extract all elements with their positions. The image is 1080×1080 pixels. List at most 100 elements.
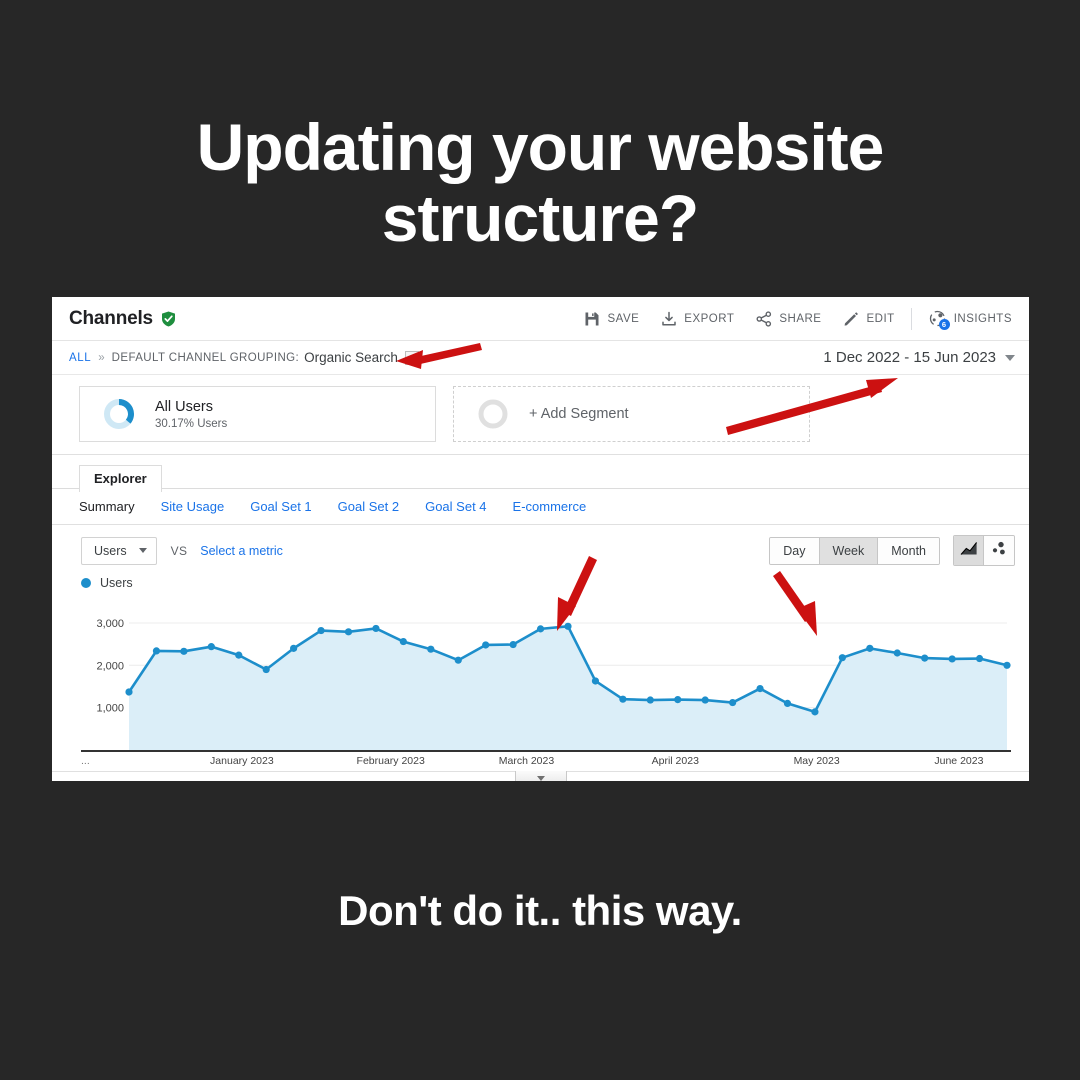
granularity-month[interactable]: Month bbox=[878, 537, 939, 564]
page-title: Channels bbox=[69, 307, 153, 329]
subtab-site-usage[interactable]: Site Usage bbox=[161, 499, 225, 514]
x-axis-label: February 2023 bbox=[356, 755, 425, 767]
x-axis-label: March 2023 bbox=[498, 755, 555, 767]
data-point[interactable] bbox=[207, 643, 215, 651]
data-point[interactable] bbox=[866, 644, 874, 652]
download-icon bbox=[661, 311, 677, 327]
select-a-metric-link[interactable]: Select a metric bbox=[200, 544, 283, 558]
data-point[interactable] bbox=[344, 628, 353, 636]
add-segment-label: + Add Segment bbox=[529, 406, 629, 422]
data-point[interactable] bbox=[783, 699, 792, 708]
data-point[interactable] bbox=[509, 640, 517, 649]
tab-explorer[interactable]: Explorer bbox=[79, 465, 162, 492]
motion-chart-button[interactable] bbox=[984, 536, 1014, 565]
subtab-goal-set-2[interactable]: Goal Set 2 bbox=[338, 499, 399, 514]
subtab-summary[interactable]: Summary bbox=[79, 499, 135, 514]
legend-label: Users bbox=[100, 576, 133, 590]
metric-bar: Users VS Select a metric Day Week Month bbox=[52, 525, 1029, 574]
data-point[interactable] bbox=[427, 645, 435, 653]
data-point[interactable] bbox=[838, 654, 846, 662]
data-point[interactable] bbox=[564, 622, 572, 630]
data-point[interactable] bbox=[591, 677, 600, 685]
channel-grouping-dropdown[interactable] bbox=[404, 350, 419, 365]
x-axis-label: ... bbox=[81, 755, 90, 767]
chevron-down-icon bbox=[138, 548, 147, 553]
edit-label: EDIT bbox=[866, 312, 895, 325]
data-point[interactable] bbox=[1003, 661, 1011, 669]
granularity-week[interactable]: Week bbox=[819, 537, 879, 564]
share-button[interactable]: SHARE bbox=[745, 304, 832, 334]
date-range-selector[interactable]: 1 Dec 2022 - 15 Jun 2023 bbox=[823, 349, 1015, 366]
chart-canvas: 1,000 2,000 3,000 bbox=[96, 606, 1011, 750]
save-label: SAVE bbox=[607, 312, 640, 325]
report-header: Channels SAVE EXPORT SHARE EDIT 6 INSIGH… bbox=[52, 297, 1029, 341]
data-point[interactable] bbox=[454, 656, 462, 664]
insights-button[interactable]: 6 INSIGHTS bbox=[917, 304, 1023, 334]
share-label: SHARE bbox=[779, 312, 822, 325]
legend-color-swatch bbox=[81, 578, 91, 588]
granularity-toggle: Day Week Month bbox=[769, 536, 940, 565]
save-button[interactable]: SAVE bbox=[573, 304, 650, 334]
poster-headline: Updating your website structure? bbox=[0, 110, 1080, 255]
collapse-chart-handle[interactable] bbox=[514, 771, 567, 781]
segments-bar: All Users 30.17% Users + Add Segment bbox=[52, 375, 1029, 455]
data-point[interactable] bbox=[619, 695, 627, 703]
poster-caption: Don't do it.. this way. bbox=[338, 887, 742, 934]
vs-label: VS bbox=[170, 543, 188, 558]
data-point[interactable] bbox=[729, 698, 737, 707]
data-point[interactable] bbox=[399, 637, 407, 646]
segment-text: All Users 30.17% Users bbox=[155, 398, 227, 430]
chart-type-toggle bbox=[953, 535, 1015, 566]
line-chart-icon bbox=[960, 541, 978, 561]
breadcrumb: ALL » DEFAULT CHANNEL GROUPING: Organic … bbox=[52, 341, 1029, 375]
data-point[interactable] bbox=[701, 696, 709, 704]
empty-circle-icon bbox=[476, 397, 510, 431]
chart-legend: Users bbox=[52, 574, 1029, 594]
share-icon bbox=[756, 310, 772, 327]
data-point[interactable] bbox=[948, 655, 956, 663]
segment-name: All Users bbox=[155, 398, 214, 415]
data-point[interactable] bbox=[125, 688, 133, 696]
svg-text:3,000: 3,000 bbox=[96, 618, 124, 630]
data-point[interactable] bbox=[756, 684, 764, 693]
export-button[interactable]: EXPORT bbox=[650, 304, 745, 334]
report-subtabs: Summary Site Usage Goal Set 1 Goal Set 2… bbox=[52, 489, 1029, 525]
users-timeseries-chart: 1,000 2,000 3,000 bbox=[81, 598, 1011, 750]
data-point[interactable] bbox=[975, 654, 984, 663]
breadcrumb-dimension-value: Organic Search bbox=[304, 350, 398, 365]
data-point[interactable] bbox=[290, 644, 298, 652]
data-point[interactable] bbox=[536, 625, 545, 633]
add-segment-button[interactable]: + Add Segment bbox=[453, 386, 810, 442]
headline-line-1: Updating your website bbox=[196, 110, 885, 184]
line-chart-button[interactable] bbox=[954, 536, 984, 565]
data-point[interactable] bbox=[180, 647, 188, 655]
granularity-day[interactable]: Day bbox=[770, 537, 820, 564]
segment-all-users[interactable]: All Users 30.17% Users bbox=[79, 386, 436, 442]
metric-selector[interactable]: Users bbox=[81, 536, 157, 565]
subtab-goal-set-1[interactable]: Goal Set 1 bbox=[250, 499, 311, 514]
data-point[interactable] bbox=[317, 626, 325, 635]
data-point[interactable] bbox=[152, 647, 161, 655]
data-point[interactable] bbox=[482, 641, 490, 649]
edit-button[interactable]: EDIT bbox=[832, 304, 905, 334]
chart-x-axis: ... January 2023 February 2023 March 2023 Ap… bbox=[81, 750, 1011, 768]
data-point[interactable] bbox=[646, 696, 654, 704]
toolbar-divider bbox=[910, 307, 912, 330]
subtab-ecommerce[interactable]: E-commerce bbox=[513, 499, 587, 514]
chevron-down-icon bbox=[536, 775, 545, 781]
chevron-down-icon bbox=[408, 355, 415, 360]
data-point[interactable] bbox=[674, 696, 682, 704]
breadcrumb-all-link[interactable]: ALL bbox=[69, 352, 91, 364]
save-icon bbox=[584, 311, 600, 327]
data-point[interactable] bbox=[921, 654, 929, 662]
data-point[interactable] bbox=[893, 649, 901, 657]
subtab-goal-set-4[interactable]: Goal Set 4 bbox=[425, 499, 486, 514]
data-point[interactable] bbox=[811, 708, 819, 716]
breadcrumb-separator: » bbox=[98, 351, 105, 364]
data-point[interactable] bbox=[235, 651, 243, 659]
data-point[interactable] bbox=[372, 624, 380, 633]
data-point[interactable] bbox=[262, 665, 270, 674]
motion-chart-icon bbox=[990, 541, 1008, 561]
x-axis-label: January 2023 bbox=[210, 755, 274, 767]
export-label: EXPORT bbox=[684, 312, 735, 325]
